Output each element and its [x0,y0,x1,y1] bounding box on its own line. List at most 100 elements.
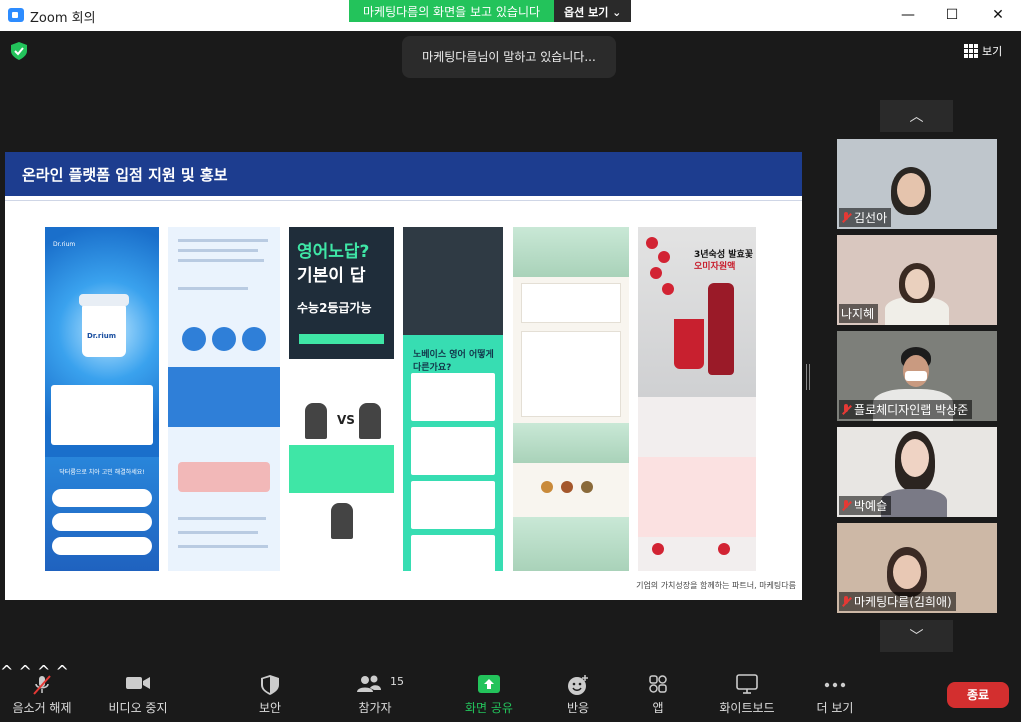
feature-circle [242,327,266,351]
window-title: Zoom 회의 [30,11,96,26]
panel-splitter-handle[interactable] [806,364,810,390]
participant-video [897,173,925,207]
person-illustration [331,503,353,539]
slide-header: 온라인 플랫폼 입점 지원 및 홍보 [5,152,802,196]
end-meeting-button[interactable]: 종료 [947,682,1009,708]
person-illustration [359,403,381,439]
berry-image [662,283,674,295]
stop-video-button[interactable]: 비디오 중지 [100,662,176,722]
view-layout-button[interactable]: 보기 [964,43,1002,59]
participant-tile[interactable]: 나지혜 [837,235,997,325]
feature-bubble [52,537,152,555]
step-card [411,373,495,421]
pricing-section [403,227,503,335]
green-band [289,445,394,493]
participant-name-tag: 마케팅다름(김희애) [839,592,956,611]
grid-view-icon [964,44,978,58]
info-band [168,367,280,427]
muted-mic-icon [841,403,851,416]
participant-video [893,555,921,589]
whiteboard-label: 화이트보드 [719,701,775,715]
microphone-muted-icon [33,675,51,695]
pet-photo [513,227,629,277]
view-button-label: 보기 [982,45,1003,58]
berry-image [658,251,670,263]
participant-tile[interactable]: 마케팅다름(김희애) [837,523,997,613]
person-illustration [305,403,327,439]
encryption-shield-icon[interactable] [11,42,27,60]
security-label: 보안 [258,701,282,715]
participant-name-tag: 박예슬 [839,496,892,515]
info-card [521,331,621,417]
share-screen-button[interactable]: 화면 공유 [458,662,520,722]
promo-panel-drrium: Dr.rium Dr.rium 닥터륨으로 치아 고민 해결하세요! [45,227,159,571]
screen-share-banner: 마케팅다름의 화면을 보고 있습니다 옵션 보기 ⌄ [349,0,632,22]
participant-name-tag: 플로체디자인랩 박상준 [839,400,973,419]
participants-button[interactable]: 15 참가자 [346,662,404,722]
more-label: 더 보기 [816,701,854,715]
info-card [521,283,621,323]
slide-divider [5,200,802,201]
zoom-app-icon [8,8,24,22]
food-item [561,481,573,493]
reactions-label: 반응 [566,701,590,715]
participant-name-tag: 나지혜 [839,304,879,323]
participant-name-tag: 김선아 [839,208,892,227]
minimize-button[interactable]: — [896,4,920,26]
gallery-scroll-down-button[interactable]: ﹀ [880,620,953,652]
participants-label: 참가자 [358,701,392,715]
close-button[interactable]: ✕ [986,4,1010,26]
step-card [411,481,495,529]
step-card [411,427,495,475]
promo-panel-english: 영어노답? 기본이 답 수능2등급가능 VS [289,227,394,571]
feature-bubble [52,489,152,507]
whiteboard-button[interactable]: 화이트보드 [712,662,782,722]
view-options-button[interactable]: 옵션 보기 ⌄ [554,0,632,22]
stop-video-label: 비디오 중지 [108,701,168,715]
window-titlebar: Zoom 회의 마케팅다름의 화면을 보고 있습니다 옵션 보기 ⌄ — ☐ ✕ [0,0,1021,31]
gallery-scroll-up-button[interactable]: ︿ [880,100,953,132]
text-line [178,239,268,242]
jar-label: Dr.rium [87,332,117,340]
product-jar-image [79,294,129,357]
apps-label: 앱 [652,701,664,715]
security-button[interactable]: 보안 [244,662,296,722]
shield-icon [261,675,279,695]
participant-tile[interactable]: 김선아 [837,139,997,229]
muted-mic-icon [841,595,851,608]
english-headline-2: 기본이 답 [297,266,366,286]
more-button[interactable]: 더 보기 [810,662,860,722]
maximize-button[interactable]: ☐ [940,4,964,26]
unmute-button[interactable]: 음소거 해제 [0,662,84,722]
participant-tile[interactable]: 박예슬 [837,427,997,517]
participant-name: 김선아 [854,211,888,225]
feature-circle [182,327,206,351]
vs-label: VS [337,413,355,427]
more-dots-icon [824,682,846,688]
participant-tile[interactable]: 플로체디자인랩 박상준 [837,331,997,421]
reactions-button[interactable]: 반응 [556,662,600,722]
berry-image [646,237,658,249]
berry-image [650,267,662,279]
share-screen-icon [478,675,500,693]
food-item [541,481,553,493]
participant-video [905,269,929,299]
whiteboard-icon [736,674,758,694]
apps-button[interactable]: 앱 [640,662,676,722]
muted-mic-icon [841,211,851,224]
pet-photo [513,423,629,463]
english-headline-1: 영어노답? [297,242,370,262]
text-line [178,531,258,534]
participant-name: 나지혜 [841,307,875,321]
video-camera-icon [126,677,150,689]
feature-circle [212,327,236,351]
taste-section [638,457,756,537]
participant-name: 박예슬 [854,499,888,513]
chevron-down-icon: ﹀ [909,629,924,645]
panel-text: 노베이스 영어 어떻게 다른가요? [413,350,494,373]
cta-bar [299,334,384,344]
chevron-up-icon: ︿ [909,109,924,125]
smiley-icon [568,675,588,695]
slide-title: 온라인 플랫폼 입점 지원 및 홍보 [22,166,228,184]
participants-icon [357,675,381,692]
